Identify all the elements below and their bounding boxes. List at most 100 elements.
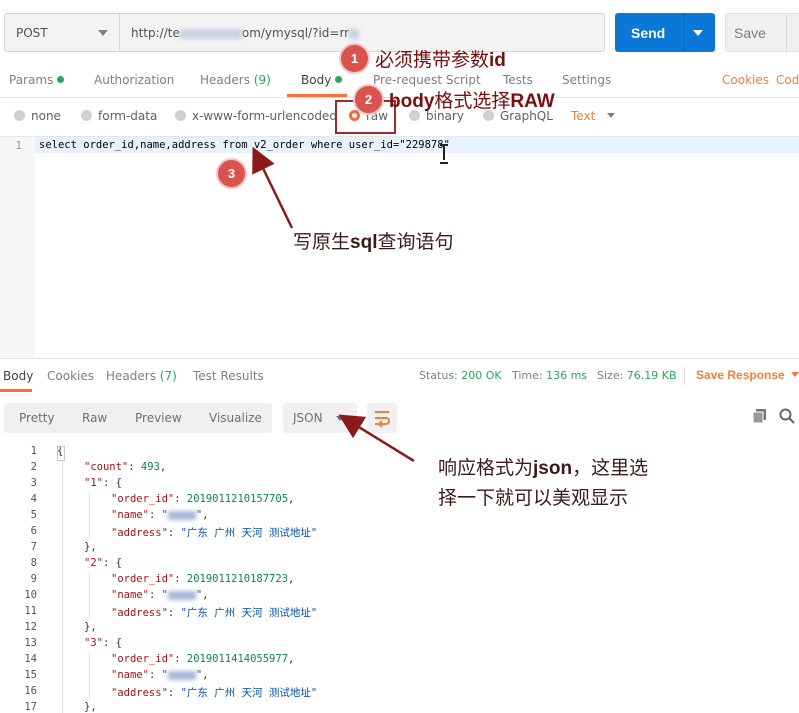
chevron-down-icon <box>336 416 344 421</box>
body-status-dot <box>335 76 343 83</box>
response-line-number: 9 <box>30 573 37 585</box>
tab-settings[interactable]: Settings <box>562 73 611 87</box>
send-button[interactable]: Send <box>615 13 715 52</box>
tab-pre-request-script[interactable]: Pre-request Script <box>373 73 481 87</box>
response-line-code: "order_id": 2019011210187723, <box>111 573 295 585</box>
redacted-id <box>349 28 360 39</box>
response-tab-test-results[interactable]: Test Results <box>193 369 264 383</box>
annotation-badge-3: 3 <box>218 160 245 187</box>
chevron-down-icon <box>98 30 108 36</box>
response-line-number: 12 <box>24 621 37 633</box>
response-line-number: 10 <box>24 589 37 601</box>
line-number: 1 <box>15 139 22 152</box>
view-preview[interactable]: Preview <box>135 411 182 425</box>
response-line-number: 13 <box>24 637 37 649</box>
view-mode-segment: Pretty Raw Preview Visualize <box>4 403 272 433</box>
indent-guide <box>89 652 90 700</box>
response-line: 9 "order_id": 2019011210187723, <box>0 572 799 588</box>
code-link[interactable]: Cod <box>776 73 799 87</box>
response-format-select[interactable]: JSON <box>283 403 357 433</box>
search-icon[interactable] <box>779 408 795 424</box>
radio-circle-icon <box>14 110 25 121</box>
save-button[interactable]: Save <box>725 13 799 53</box>
response-line-code: }, <box>84 621 97 633</box>
response-line-number: 16 <box>24 685 37 697</box>
wrap-icon <box>375 411 390 428</box>
response-line-number: 11 <box>24 605 37 617</box>
radio-none[interactable]: none <box>14 109 61 123</box>
annotation-badge-2: 2 <box>355 86 382 113</box>
response-line: 5 "name": " ", <box>0 508 799 524</box>
response-line: 13 "3": { <box>0 636 799 652</box>
response-line: 11 "address": "广东 广州 天河 测试地址" <box>0 604 799 620</box>
method-label: POST <box>16 26 48 40</box>
response-line-number: 5 <box>30 509 37 521</box>
chevron-down-icon <box>607 113 616 118</box>
method-select[interactable]: POST <box>4 13 119 52</box>
response-line-code: "address": "广东 广州 天河 测试地址" <box>111 527 318 539</box>
annotation-4-line1: 响应格式为json，这里选 <box>438 457 649 479</box>
response-line-number: 8 <box>30 557 37 569</box>
response-line: 4 "order_id": 2019011210157705, <box>0 492 799 508</box>
active-tab-indicator <box>287 94 347 97</box>
tab-authorization[interactable]: Authorization <box>94 73 174 87</box>
tab-params[interactable]: Params <box>9 73 65 87</box>
annotation-4-line2: 择一下就可以美观显示 <box>438 487 629 509</box>
response-size: Size: 76.19 KB <box>597 369 677 382</box>
response-line-number: 4 <box>30 493 37 505</box>
annotation-1: 必须携带参数id <box>375 49 506 71</box>
body-format-select[interactable]: Text <box>571 109 616 123</box>
response-line-code: "order_id": 2019011210157705, <box>111 493 295 505</box>
response-line: 12}, <box>0 620 799 636</box>
text-cursor-icon <box>440 144 448 164</box>
send-options-chevron-icon[interactable] <box>693 30 703 36</box>
response-line-number: 14 <box>24 653 37 665</box>
radio-x-www-form-urlencoded[interactable]: x-www-form-urlencoded <box>175 109 337 123</box>
response-format-label: JSON <box>293 411 323 425</box>
response-tab-cookies[interactable]: Cookies <box>47 369 94 383</box>
wrap-lines-button[interactable] <box>367 403 397 433</box>
view-visualize[interactable]: Visualize <box>209 411 262 425</box>
radio-circle-icon <box>81 110 92 121</box>
save-response-button[interactable]: Save Response <box>696 368 799 382</box>
view-pretty[interactable]: Pretty <box>19 411 55 425</box>
response-line-code: "order_id": 2019011414055977, <box>111 653 295 665</box>
response-line-number: 1 <box>30 445 37 457</box>
response-tab-headers[interactable]: Headers (7) <box>106 369 177 383</box>
redacted-name <box>167 670 196 680</box>
bracket-match-box <box>57 446 65 461</box>
response-tabs: Body Cookies Headers (7) Test Results St… <box>0 358 799 392</box>
response-line: 3 "1": { <box>0 476 799 492</box>
params-status-dot <box>57 76 65 83</box>
response-line-number: 3 <box>30 477 37 489</box>
annotation-2: body格式选择RAW <box>389 90 555 112</box>
radio-circle-icon <box>175 110 186 121</box>
response-view-toolbar: Pretty Raw Preview Visualize JSON <box>0 392 799 444</box>
annotation-badge-1: 1 <box>341 45 368 72</box>
response-line-number: 17 <box>24 701 37 713</box>
editor-gutter: 1 <box>0 137 35 359</box>
response-line-code: "count": 493, <box>84 461 167 473</box>
copy-icon[interactable] <box>753 409 767 423</box>
tab-body[interactable]: Body <box>301 73 343 87</box>
radio-form-data[interactable]: form-data <box>81 109 157 123</box>
response-line: 10 "name": " ", <box>0 588 799 604</box>
response-body[interactable]: 1{2 "count": 493, 3 "1": {4 "order_id": 2019… <box>0 444 799 713</box>
response-line-code: "1": { <box>84 477 122 489</box>
tab-tests[interactable]: Tests <box>503 73 533 87</box>
response-line-code: "name": " ", <box>111 509 209 521</box>
send-divider <box>683 13 684 52</box>
url-input[interactable]: http://te om/ymysql/?id=rr <box>119 13 605 52</box>
response-line: 1{ <box>0 444 799 460</box>
response-line-number: 15 <box>24 669 37 681</box>
response-line: 17}, <box>0 700 799 713</box>
response-tab-body[interactable]: Body <box>3 369 33 383</box>
response-line-number: 6 <box>30 525 37 537</box>
cookies-link[interactable]: Cookies <box>722 73 769 87</box>
redacted-host <box>179 28 242 39</box>
view-raw[interactable]: Raw <box>82 411 107 425</box>
sql-code: select order_id,name,address from v2_ord… <box>39 139 450 151</box>
chevron-down-icon <box>790 372 799 377</box>
response-line-code: "name": " ", <box>111 589 209 601</box>
tab-headers[interactable]: Headers (9) <box>200 73 271 87</box>
